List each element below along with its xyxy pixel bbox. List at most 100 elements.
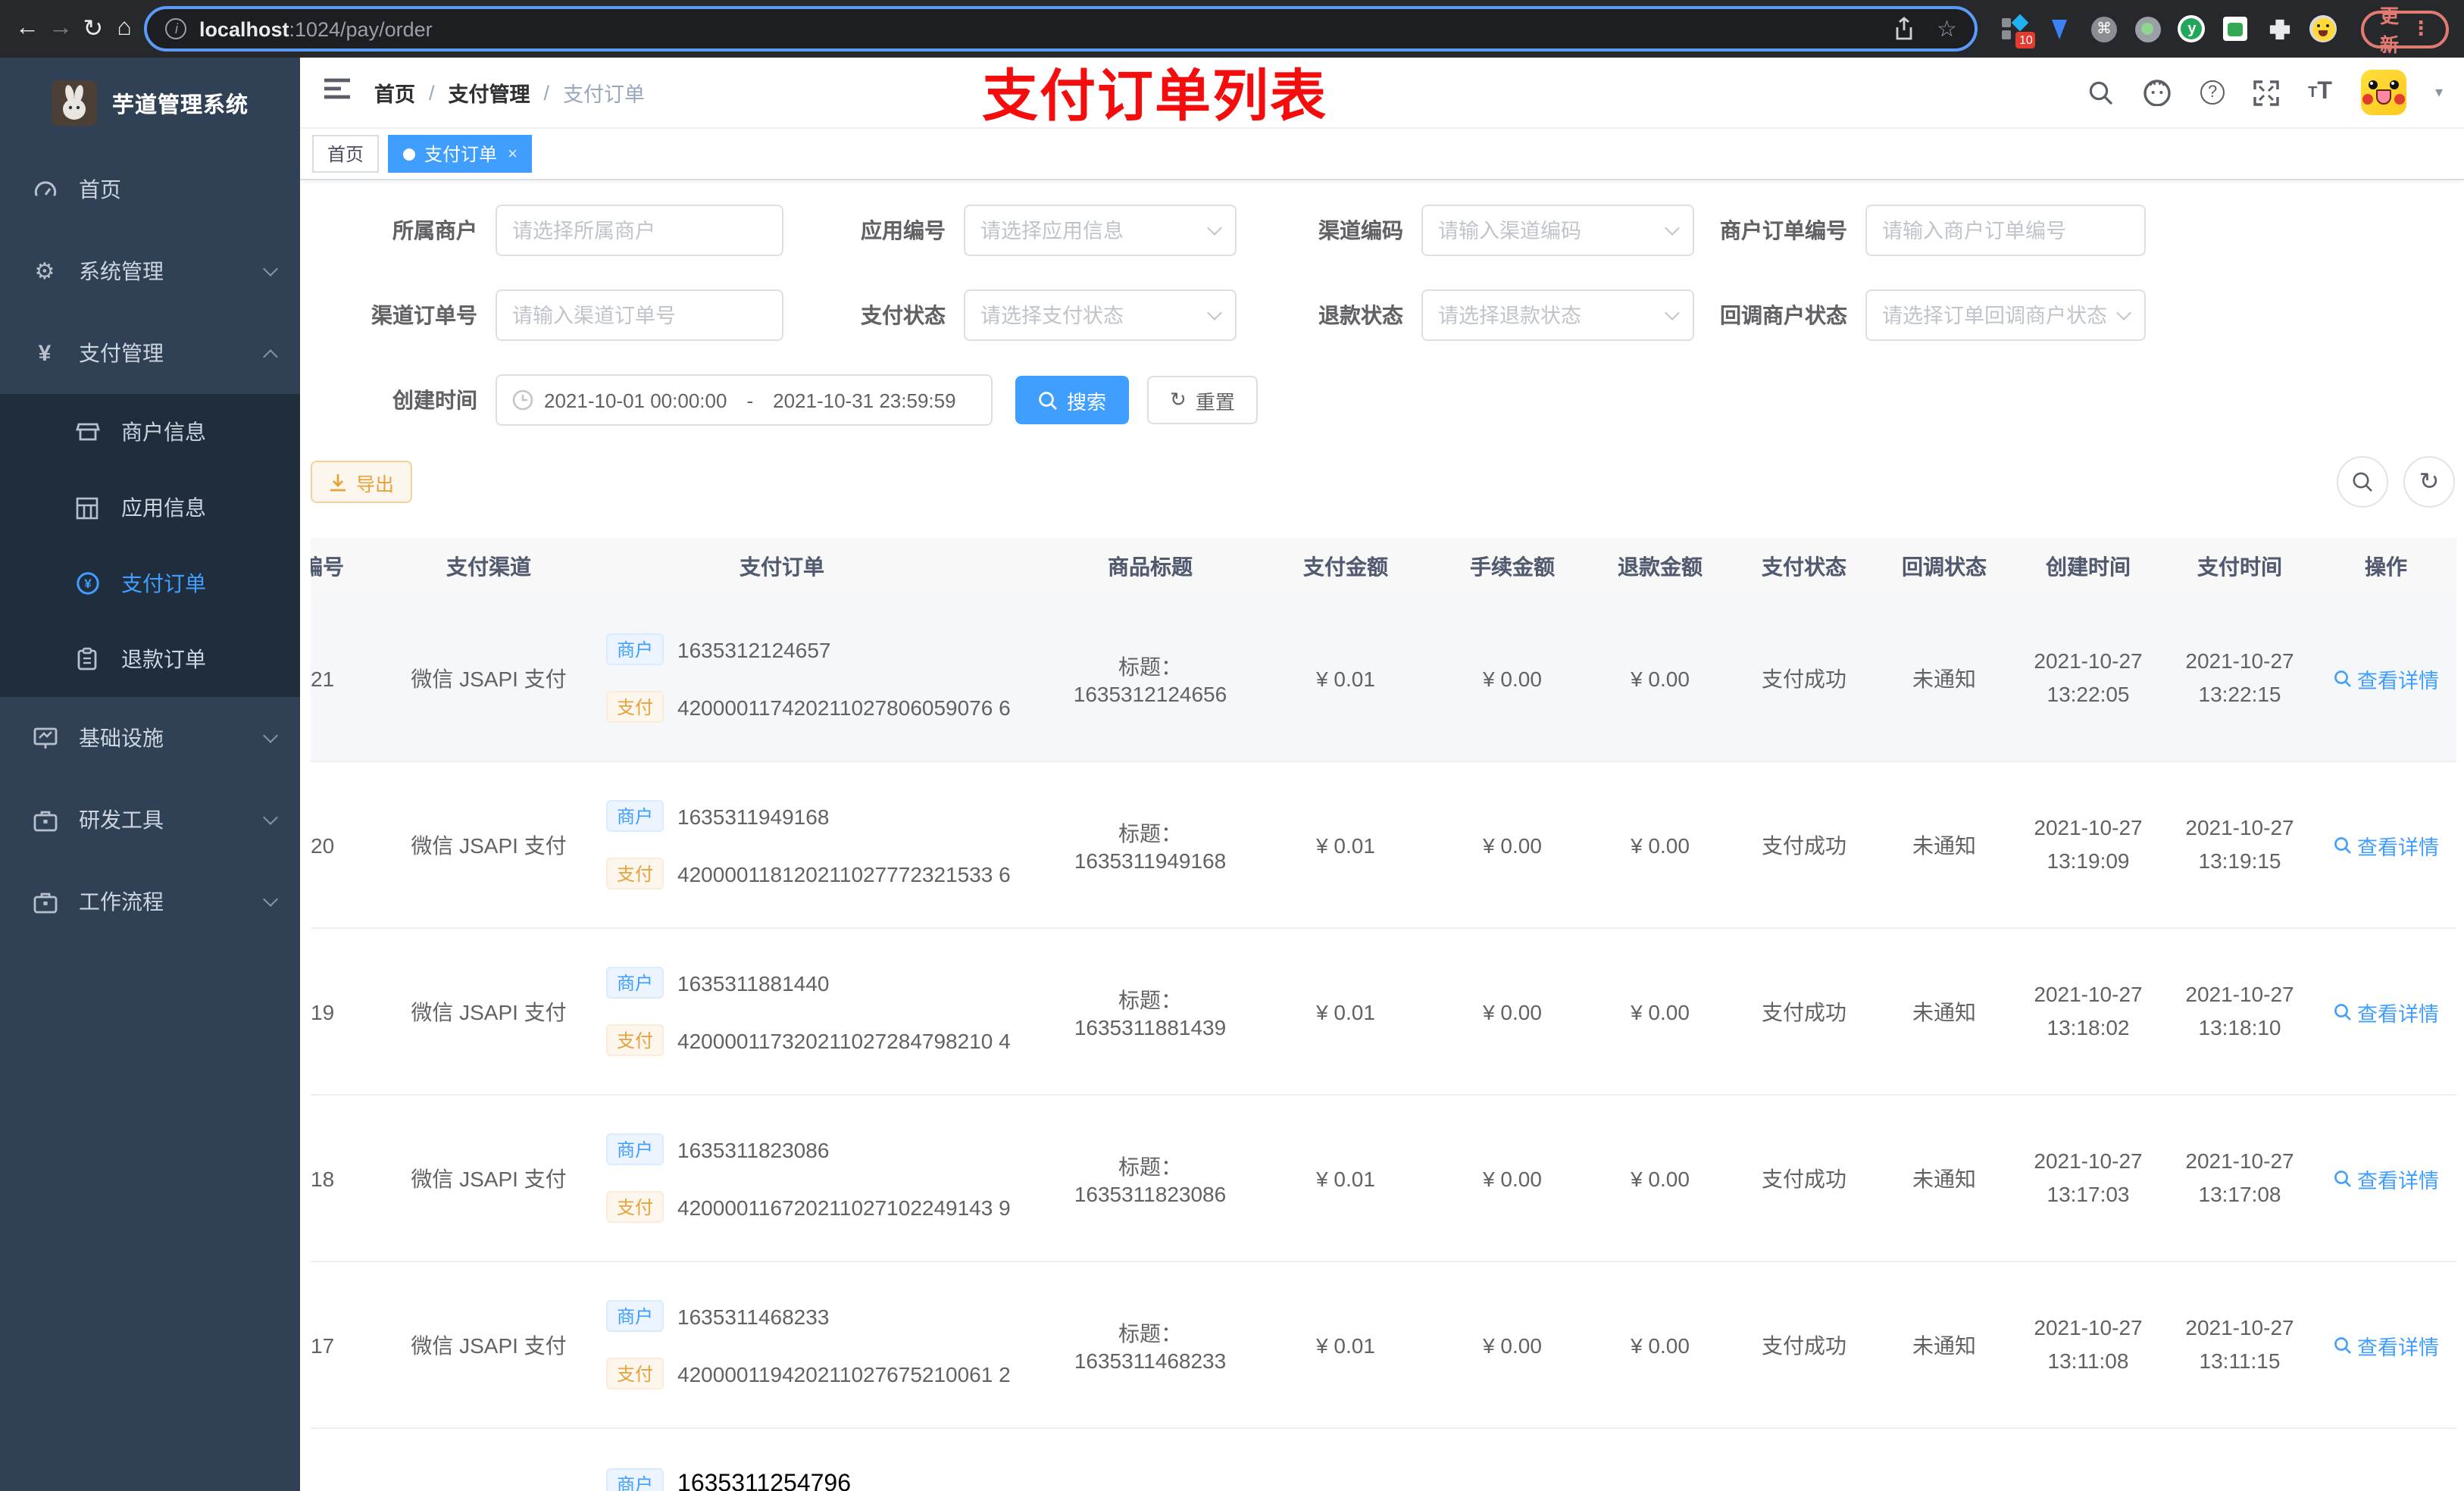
chevron-down-icon (263, 728, 278, 743)
sidebar-item-label: 工作流程 (79, 889, 164, 914)
browser-home-icon[interactable]: ⌂ (113, 9, 135, 48)
avatar-caret-icon[interactable]: ▾ (2435, 84, 2443, 101)
address-bar[interactable]: i localhost:1024/pay/order ☆ (144, 6, 1978, 52)
chevron-down-icon (1207, 220, 1222, 236)
date-range-separator: - (746, 389, 754, 411)
update-button[interactable]: 更新 ⋮ (2361, 6, 2449, 56)
puzzle-extension-icon[interactable] (2266, 15, 2294, 42)
pay-status: 支付成功 (1762, 833, 1846, 857)
table-row: 19 微信 JSAPI 支付 商户 1635311881440 支付 4200001… (311, 929, 2456, 1096)
sidebar-item-label: 研发工具 (79, 808, 164, 832)
merchant-filter-input[interactable] (496, 205, 783, 256)
merchant-tag: 商户 (606, 1133, 664, 1165)
filter-row-1: 所属商户 应用编号 渠道编码 商户订单编号 (311, 205, 2464, 256)
export-button[interactable]: 导出 (311, 461, 413, 503)
user-avatar[interactable] (2360, 70, 2406, 115)
view-detail-link[interactable]: 查看详情 (2333, 663, 2439, 693)
pay-status-filter-select[interactable] (964, 289, 1237, 341)
url-text[interactable]: localhost:1024/pay/order (199, 17, 1881, 40)
notify-status: 未通知 (1912, 666, 1976, 690)
notify-status: 未通知 (1912, 999, 1976, 1024)
app-filter-select[interactable] (964, 205, 1237, 256)
sidebar-item-label: 支付管理 (79, 341, 164, 365)
app-logo[interactable]: 芋道管理系统 (0, 58, 300, 148)
collapse-sidebar-icon[interactable] (312, 65, 362, 120)
callback-status-filter-select[interactable] (1865, 289, 2146, 341)
toggle-search-button[interactable] (2337, 456, 2388, 508)
refund-status-filter-select[interactable] (1421, 289, 1694, 341)
channel-code-filter-select[interactable] (1421, 205, 1694, 256)
callback-status-filter-label: 回调商户状态 (1720, 303, 1847, 327)
tab-home[interactable]: 首页 (312, 135, 380, 173)
sidebar-item-merchant-info[interactable]: 商户信息 (0, 394, 300, 470)
bookmark-star-icon[interactable]: ☆ (1937, 15, 1957, 42)
sidebar-item-infra[interactable]: 基础设施 (0, 697, 300, 779)
sidebar-item-label: 基础设施 (79, 726, 164, 750)
fullscreen-icon[interactable] (2253, 80, 2279, 105)
pay-status: 支付成功 (1762, 1333, 1846, 1357)
search-button[interactable]: 搜索 (1015, 376, 1130, 424)
view-detail-link[interactable]: 查看详情 (2333, 996, 2439, 1027)
sidebar-item-workflow[interactable]: 工作流程 (0, 861, 300, 942)
merchant-tag: 商户 (606, 1468, 664, 1491)
yen-icon: ¥ (38, 340, 52, 366)
browser-reload-icon[interactable]: ↻ (82, 9, 104, 48)
date-range-end: 2021-10-31 23:59:59 (773, 389, 956, 411)
share-icon[interactable] (1893, 17, 1915, 41)
sidebar-item-app-info[interactable]: 应用信息 (0, 470, 300, 545)
merchant-tag: 商户 (606, 633, 664, 665)
create-time-range-picker[interactable]: 2021-10-01 00:00:00 - 2021-10-31 23:59:5… (496, 374, 993, 426)
yen-circle-icon: ¥ (74, 571, 100, 595)
table-row-partial: 商户 1635311254796 (311, 1429, 2456, 1491)
channel-order-filter-input[interactable] (496, 289, 783, 341)
site-info-icon[interactable]: i (165, 18, 187, 39)
tab-pay-order[interactable]: 支付订单 × (388, 135, 533, 173)
notify-status: 未通知 (1912, 833, 1976, 857)
merchant-order-filter-input[interactable] (1865, 205, 2146, 256)
date-range-start: 2021-10-01 00:00:00 (544, 389, 727, 411)
close-tab-icon[interactable]: × (508, 145, 518, 163)
browser-back-icon[interactable]: ← (15, 9, 39, 48)
view-detail-link[interactable]: 查看详情 (2333, 830, 2439, 860)
github-icon[interactable] (2143, 79, 2172, 106)
dot-extension-icon[interactable] (2134, 15, 2162, 42)
pay-status: 支付成功 (1762, 1166, 1846, 1190)
reset-button[interactable]: ↻ 重置 (1147, 376, 1258, 424)
header-search-icon[interactable] (2088, 80, 2114, 105)
refresh-button[interactable]: ↻ (2403, 456, 2455, 508)
sidebar-item-home[interactable]: 首页 (0, 148, 300, 230)
tampermonkey-extension-icon[interactable]: 10 (2002, 14, 2036, 48)
pay-status-filter-label: 支付状态 (861, 303, 946, 327)
breadcrumb-separator: / (543, 81, 550, 104)
view-detail-link[interactable]: 查看详情 (2333, 1163, 2439, 1193)
channel-order-filter-label: 渠道订单号 (371, 303, 477, 327)
chevron-up-icon (263, 349, 278, 364)
active-tab-dot (403, 148, 416, 160)
chat-extension-icon[interactable] (2222, 15, 2250, 42)
filter-row-3: 创建时间 2021-10-01 00:00:00 - 2021-10-31 23… (311, 374, 2464, 426)
extension-badge: 10 (2015, 32, 2036, 48)
command-extension-icon[interactable]: ⌘ (2090, 15, 2118, 42)
monitor-chart-icon (32, 727, 58, 749)
breadcrumb-home[interactable]: 首页 (374, 77, 415, 108)
breadcrumb-payment[interactable]: 支付管理 (449, 77, 530, 108)
reset-icon: ↻ (1170, 388, 1187, 411)
sidebar-item-pay-order[interactable]: ¥ 支付订单 (0, 545, 300, 621)
cone-extension-icon[interactable] (2047, 15, 2074, 42)
breadcrumb-separator: / (429, 81, 435, 104)
pay-tag: 支付 (606, 1358, 664, 1389)
emoji-extension-icon[interactable] (2309, 15, 2337, 42)
help-icon[interactable]: ? (2200, 80, 2225, 105)
y-extension-icon[interactable]: y (2178, 15, 2206, 42)
browser-forward-icon[interactable]: → (48, 9, 73, 48)
view-detail-link[interactable]: 查看详情 (2333, 1330, 2439, 1360)
browser-menu-icon[interactable]: ⋮ (2411, 17, 2431, 41)
orders-table: 编号 支付渠道 支付订单 商品标题 支付金额 手续金额 退款金额 支付状态 回调… (311, 538, 2456, 1491)
sidebar-item-label: 商户信息 (121, 420, 206, 444)
sidebar-item-system[interactable]: ⚙ 系统管理 (0, 230, 300, 312)
chevron-down-icon (1665, 305, 1680, 320)
font-size-icon[interactable]: TT (2308, 79, 2332, 106)
sidebar-item-devtools[interactable]: 研发工具 (0, 779, 300, 861)
sidebar-item-refund-order[interactable]: 退款订单 (0, 621, 300, 697)
sidebar-item-payment[interactable]: ¥ 支付管理 (0, 312, 300, 394)
